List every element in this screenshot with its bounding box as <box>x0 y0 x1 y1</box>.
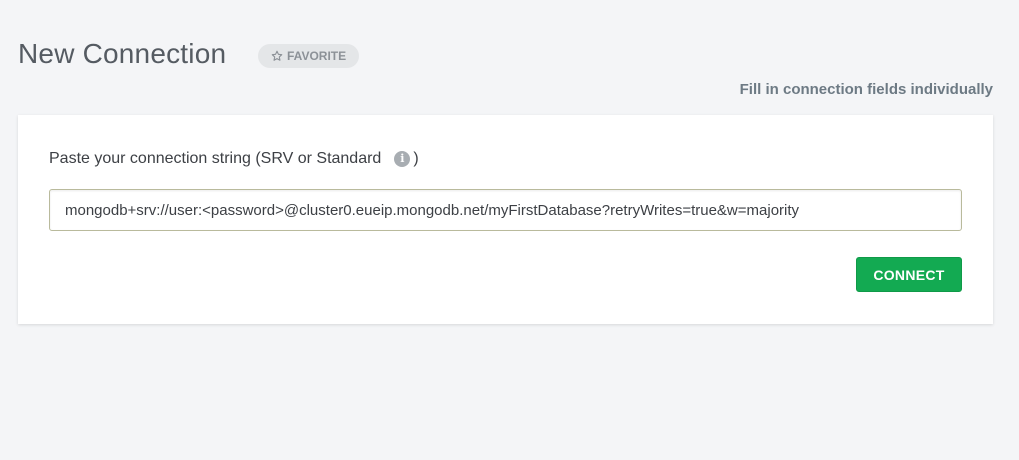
connection-string-card: Paste your connection string (SRV or Sta… <box>18 115 993 324</box>
fill-fields-individually-link[interactable]: Fill in connection fields individually <box>740 81 993 98</box>
page-title: New Connection <box>18 38 227 69</box>
favorite-label: FAVORITE <box>287 49 347 63</box>
connection-string-label-suffix: ) <box>413 150 419 167</box>
info-icon[interactable]: i <box>394 151 411 167</box>
connection-string-label: Paste your connection string (SRV or Sta… <box>49 150 419 168</box>
star-outline-icon <box>271 50 283 61</box>
favorite-button[interactable]: FAVORITE <box>258 44 360 68</box>
connect-button[interactable]: CONNECT <box>856 257 962 292</box>
connection-string-label-text: Paste your connection string (SRV or Sta… <box>49 150 382 167</box>
new-connection-page: New Connection FAVORITE Fill in connecti… <box>0 0 1019 460</box>
connection-string-input[interactable] <box>49 189 962 231</box>
